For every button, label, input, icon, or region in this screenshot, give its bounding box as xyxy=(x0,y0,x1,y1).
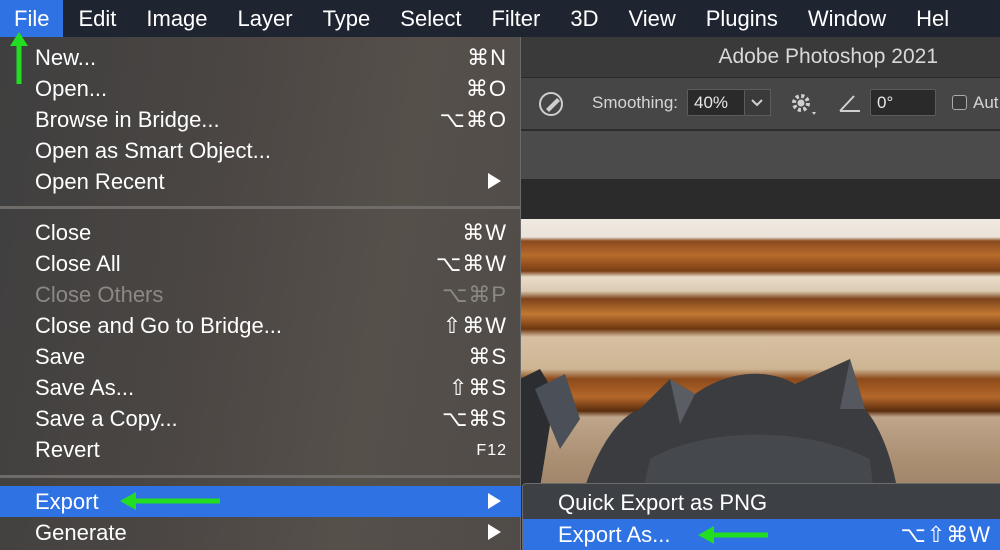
menu-item-shortcut: ⌘N xyxy=(467,45,507,70)
annotation-arrow-up-icon xyxy=(10,32,28,84)
menu-item-label: Close xyxy=(35,220,92,245)
menu-item-close[interactable]: Close ⌘W xyxy=(0,217,521,248)
app-title-bar: Adobe Photoshop 2021 xyxy=(520,37,1000,78)
menu-item-close-all[interactable]: Close All ⌥⌘W xyxy=(0,248,521,279)
menu-item-label: Save a Copy... xyxy=(35,406,178,431)
submenu-item-label: Quick Export as PNG xyxy=(558,490,768,515)
menu-item-shortcut: ⇧⌘S xyxy=(448,375,507,400)
smoothing-dropdown[interactable] xyxy=(745,89,771,116)
submenu-item-quick-export-png[interactable]: Quick Export as PNG xyxy=(523,487,1000,518)
menu-item-browse-in-bridge[interactable]: Browse in Bridge... ⌥⌘O xyxy=(0,104,521,135)
menu-item-open-as-smart-object[interactable]: Open as Smart Object... xyxy=(0,135,521,166)
menu-item-label: Revert xyxy=(35,437,100,462)
annotation-arrow-left-icon xyxy=(120,492,220,510)
menu-item-shortcut: ⇧⌘W xyxy=(442,313,507,338)
menu-item-shortcut: ⌥⌘P xyxy=(441,282,507,307)
menu-item-label: Save As... xyxy=(35,375,135,400)
menu-item-shortcut: ⌥⌘W xyxy=(435,251,507,276)
menu-item-shortcut: ⌘O xyxy=(465,76,507,101)
brush-pressure-icon[interactable] xyxy=(537,89,567,119)
menu-item-export[interactable]: Export xyxy=(0,486,521,517)
menu-image[interactable]: Image xyxy=(131,0,222,37)
menu-layer[interactable]: Layer xyxy=(223,0,308,37)
menu-window[interactable]: Window xyxy=(793,0,901,37)
menu-item-label: Save xyxy=(35,344,86,369)
menu-item-open-recent[interactable]: Open Recent xyxy=(0,166,521,197)
menu-item-label: Open... xyxy=(35,76,108,101)
menu-bar: File Edit Image Layer Type Select Filter… xyxy=(0,0,1000,37)
menu-item-label: Browse in Bridge... xyxy=(35,107,220,132)
menu-separator xyxy=(0,475,521,478)
angle-icon xyxy=(839,95,860,112)
smoothing-input[interactable]: 40% xyxy=(687,89,745,116)
menu-item-label: Generate xyxy=(35,520,127,545)
menu-view[interactable]: View xyxy=(613,0,690,37)
gear-icon[interactable] xyxy=(788,90,818,120)
menu-item-generate[interactable]: Generate xyxy=(0,517,521,548)
menu-item-new[interactable]: New... ⌘N xyxy=(0,42,521,73)
menu-item-label: Open Recent xyxy=(35,169,165,194)
menu-select[interactable]: Select xyxy=(385,0,476,37)
menu-item-shortcut: ⌥⌘O xyxy=(439,107,507,132)
menu-edit[interactable]: Edit xyxy=(63,0,131,37)
file-menu: New... ⌘N Open... ⌘O Browse in Bridge...… xyxy=(0,37,521,550)
workspace-background xyxy=(520,179,1000,219)
submenu-arrow-icon xyxy=(488,173,501,189)
chevron-down-icon xyxy=(751,99,763,107)
menu-item-open[interactable]: Open... ⌘O xyxy=(0,73,521,104)
menu-item-close-others: Close Others ⌥⌘P xyxy=(0,279,521,310)
document-tab-bar xyxy=(520,131,1000,179)
auto-checkbox[interactable] xyxy=(952,95,967,110)
submenu-arrow-icon xyxy=(488,524,501,540)
menu-item-shortcut: ⌥⌘S xyxy=(441,406,507,431)
menu-separator xyxy=(0,206,521,209)
auto-label: Aut xyxy=(973,93,999,112)
menu-item-save-as[interactable]: Save As... ⇧⌘S xyxy=(0,372,521,403)
window-title: Adobe Photoshop 2021 xyxy=(718,45,938,68)
menu-item-shortcut: ⌘S xyxy=(468,344,507,369)
submenu-item-label: Export As... xyxy=(558,522,671,547)
smoothing-label: Smoothing: xyxy=(592,93,678,112)
menu-item-save[interactable]: Save ⌘S xyxy=(0,341,521,372)
menu-item-label: Open as Smart Object... xyxy=(35,138,271,163)
menu-plugins[interactable]: Plugins xyxy=(691,0,793,37)
menu-item-label: New... xyxy=(35,45,97,70)
annotation-arrow-left-icon xyxy=(698,526,768,544)
options-bar: Smoothing: 40% 0° Aut xyxy=(520,78,1000,130)
submenu-arrow-icon xyxy=(488,493,501,509)
menu-item-label: Close and Go to Bridge... xyxy=(35,313,283,338)
menu-item-save-a-copy[interactable]: Save a Copy... ⌥⌘S xyxy=(0,403,521,434)
menu-item-shortcut: ⌘W xyxy=(462,220,507,245)
menu-item-shortcut: F12 xyxy=(476,442,507,459)
menu-type[interactable]: Type xyxy=(308,0,386,37)
menu-item-close-and-go-to-bridge[interactable]: Close and Go to Bridge... ⇧⌘W xyxy=(0,310,521,341)
menu-item-label: Export xyxy=(35,489,99,514)
menu-item-label: Close Others xyxy=(35,282,164,307)
submenu-item-shortcut: ⌥⇧⌘W xyxy=(900,522,991,547)
angle-input[interactable]: 0° xyxy=(870,89,936,116)
menu-filter[interactable]: Filter xyxy=(476,0,555,37)
menu-item-revert[interactable]: Revert F12 xyxy=(0,434,521,465)
menu-item-label: Close All xyxy=(35,251,121,276)
menu-help[interactable]: Hel xyxy=(901,0,964,37)
menu-3d[interactable]: 3D xyxy=(555,0,613,37)
